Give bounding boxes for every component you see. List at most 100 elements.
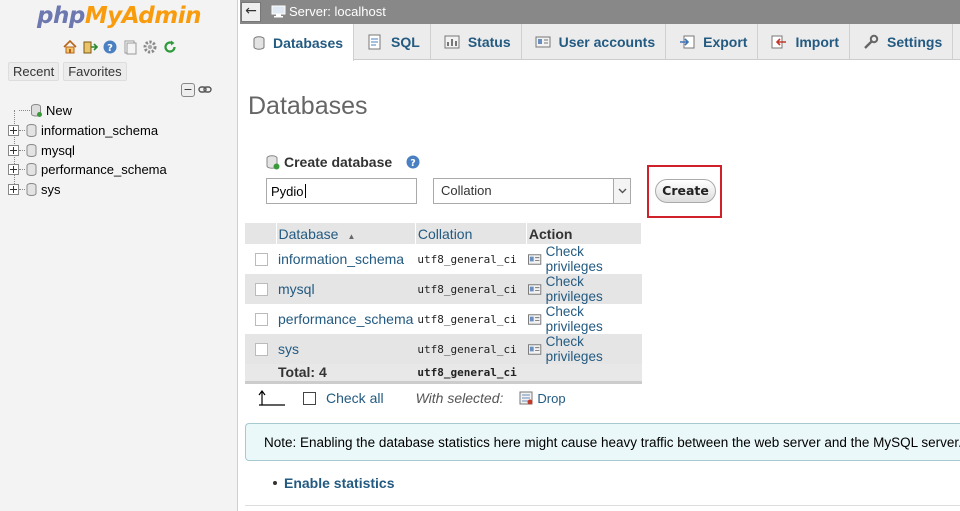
logo-text-myadmin: MyAdmin: [84, 3, 202, 29]
enable-statistics-label[interactable]: Enable statistics: [284, 475, 395, 491]
divider: [245, 505, 960, 506]
chevron-down-icon[interactable]: [613, 179, 630, 203]
settings-icon[interactable]: [141, 38, 158, 55]
table-row: sys utf8_general_ci Check privileges: [245, 334, 642, 364]
back-button[interactable]: ←: [241, 2, 261, 22]
expand-icon[interactable]: [8, 184, 19, 196]
table-row: mysql utf8_general_ci Check privileges: [245, 274, 642, 304]
database-link[interactable]: performance_schema: [276, 304, 416, 334]
tree-item-performance-schema[interactable]: performance_schema: [8, 160, 236, 180]
logout-icon[interactable]: [81, 38, 98, 55]
database-link[interactable]: sys: [276, 334, 416, 364]
create-database-label: Create database: [284, 154, 393, 170]
database-link[interactable]: information_schema: [276, 244, 416, 274]
svg-text:?: ?: [107, 43, 113, 54]
tree-item-label[interactable]: performance_schema: [41, 162, 167, 177]
text-cursor: [304, 184, 306, 198]
database-icon: [26, 183, 37, 197]
tab-label: Import: [795, 34, 840, 50]
reload-icon[interactable]: [161, 38, 178, 55]
column-header-collation[interactable]: Collation: [415, 223, 527, 244]
drop-icon: [519, 391, 533, 405]
expand-icon[interactable]: [8, 125, 19, 137]
collation-cell: utf8_general_ci: [415, 334, 527, 364]
check-privileges-link[interactable]: Check privileges: [528, 304, 639, 334]
enable-statistics-link[interactable]: Enable statistics: [273, 475, 395, 491]
new-database-icon: [266, 154, 280, 169]
privileges-icon: [528, 343, 542, 355]
collation-cell: utf8_general_ci: [415, 244, 527, 274]
import-icon: [771, 35, 787, 49]
create-database-heading: Create database ?: [266, 154, 420, 170]
recent-tab[interactable]: Recent: [8, 62, 60, 81]
tab-import[interactable]: Import: [758, 24, 851, 60]
tree-item-sys[interactable]: sys: [8, 180, 236, 200]
expand-icon[interactable]: [8, 164, 19, 176]
tree-item-label[interactable]: New: [46, 103, 72, 118]
tree-item-new[interactable]: New: [8, 101, 236, 121]
tree-item-label[interactable]: information_schema: [41, 123, 158, 138]
server-breadcrumb[interactable]: Server: localhost: [271, 4, 386, 19]
collapse-all-icon[interactable]: −: [181, 83, 195, 97]
column-header-database[interactable]: Database ▲: [276, 223, 416, 244]
tree-item-information-schema[interactable]: information_schema: [8, 121, 236, 141]
row-checkbox[interactable]: [255, 342, 268, 356]
nav-icon-bar: ?: [61, 38, 178, 55]
statistics-notice: Note: Enabling the database statistics h…: [245, 423, 960, 461]
collation-select[interactable]: Collation: [433, 178, 631, 204]
home-icon[interactable]: [61, 38, 78, 55]
database-link[interactable]: mysql: [276, 274, 416, 304]
check-all-checkbox[interactable]: [303, 391, 316, 405]
database-name-input[interactable]: Pydio: [266, 178, 417, 204]
user-accounts-icon: [535, 36, 551, 48]
check-privileges-link[interactable]: Check privileges: [528, 334, 639, 364]
bulk-actions-row: Check all With selected: Drop: [258, 389, 566, 407]
tab-label: Export: [703, 34, 748, 50]
with-selected-label: With selected:: [415, 390, 504, 406]
tab-export[interactable]: Export: [666, 24, 759, 60]
table-row: information_schema utf8_general_ci Check…: [245, 244, 642, 274]
check-all-label[interactable]: Check all: [326, 390, 384, 406]
create-button[interactable]: Create: [655, 179, 716, 203]
arrow-ltr-icon: [258, 390, 285, 406]
tab-label: User accounts: [558, 34, 656, 50]
favorites-tab[interactable]: Favorites: [63, 62, 127, 81]
drop-button[interactable]: Drop: [519, 390, 566, 406]
tab-status[interactable]: Status: [431, 24, 522, 60]
tab-user-accounts[interactable]: User accounts: [522, 24, 667, 60]
server-icon: [271, 5, 286, 18]
tab-more[interactable]: [953, 24, 960, 60]
tab-settings[interactable]: Settings: [850, 24, 954, 60]
tab-label: Databases: [273, 34, 344, 51]
phpmyadmin-logo[interactable]: phpMyAdmin: [37, 3, 201, 29]
tab-databases[interactable]: Databases: [240, 24, 355, 61]
check-privileges-link[interactable]: Check privileges: [528, 244, 639, 274]
tree-item-label[interactable]: sys: [41, 182, 61, 197]
database-icon: [26, 124, 37, 138]
privileges-icon: [528, 253, 542, 265]
tree-item-mysql[interactable]: mysql: [8, 140, 236, 160]
row-checkbox[interactable]: [255, 252, 268, 266]
check-privileges-link[interactable]: Check privileges: [528, 274, 639, 304]
row-checkbox[interactable]: [255, 282, 268, 296]
tree-item-label[interactable]: mysql: [41, 143, 75, 158]
table-row: performance_schema utf8_general_ci Check…: [245, 304, 642, 334]
total-label: Total: 4: [276, 364, 416, 384]
row-checkbox[interactable]: [255, 312, 268, 326]
table-total-row: Total: 4 utf8_general_ci: [245, 364, 642, 384]
help-icon[interactable]: ?: [406, 155, 420, 169]
help-icon[interactable]: ?: [101, 38, 118, 55]
column-header-action: Action: [526, 223, 643, 244]
server-label[interactable]: Server: localhost: [289, 4, 386, 19]
collation-cell: utf8_general_ci: [415, 304, 527, 334]
sort-ascending-icon[interactable]: ▲: [347, 232, 355, 241]
privileges-icon: [528, 313, 542, 325]
drop-label: Drop: [537, 390, 566, 406]
tab-label: Status: [467, 34, 511, 50]
link-with-main-icon[interactable]: [198, 83, 212, 100]
sql-icon: [368, 34, 381, 50]
notice-text: Note: Enabling the database statistics h…: [264, 434, 960, 450]
tab-sql[interactable]: SQL: [354, 24, 431, 60]
docs-icon[interactable]: [121, 38, 138, 55]
expand-icon[interactable]: [8, 144, 19, 156]
